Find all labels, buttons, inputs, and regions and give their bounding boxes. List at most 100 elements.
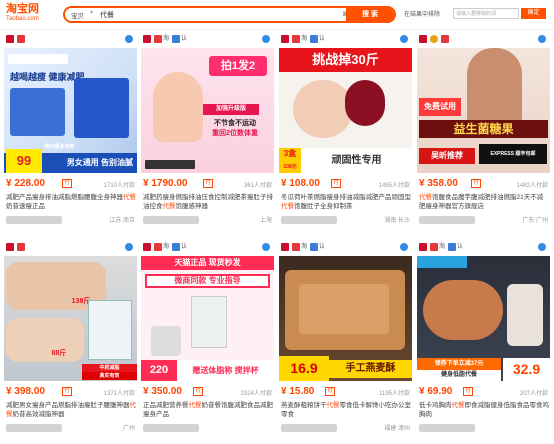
exclude-label: 在结果中排除 (404, 12, 441, 18)
product-card[interactable]: 淘 认 16.9 手工燕麦酥 ¥ 15.80 付 1195人付款 燕麦酥粗粮饼干… (279, 240, 412, 440)
banner-gift: 赠送体脂称 搅拌杯 (177, 360, 274, 381)
brand-logo (8, 54, 68, 64)
product-image[interactable]: 挑战掉30斤 3盒 108元 顽固性专用 (279, 48, 412, 173)
verified-label: 认 (319, 36, 326, 42)
tmall-label: 淘 (301, 36, 308, 42)
banner-tag2: 真实有效 (82, 372, 137, 380)
paid-badge-icon: 付 (203, 179, 213, 188)
product-box (74, 78, 129, 138)
tmall-icon[interactable] (154, 243, 162, 251)
promo-price: 220 (141, 360, 177, 381)
badge-row: 淘 认 (141, 240, 274, 254)
banner-headline: 益生菌糖果 (419, 120, 548, 138)
product-image[interactable]: 领券下单立减37元 健身低脂代餐 32.9 (417, 256, 550, 381)
confirm-button[interactable]: 确定 (521, 8, 546, 19)
banner-sub: 微商同款 专业指导 (145, 274, 270, 288)
shop-name-blurred[interactable] (143, 424, 199, 432)
product-title[interactable]: 代餐饱腹食品魔芋腹减肥排油燃脂21天不减肥瘦身神器官方旗舰店 (419, 193, 549, 211)
product-card[interactable]: 138斤 88斤 中药减脂 真实有效 ¥ 398.00 付 1371人付款 减肥… (4, 240, 137, 440)
tmall-label: 淘 (163, 244, 170, 250)
product-box (10, 88, 65, 136)
search-button[interactable]: 搜 索 (346, 8, 394, 21)
product-image[interactable]: 越喝越瘦 健康减肥 男女通用 告别油腻 99 满60原本包邮 (4, 48, 137, 173)
globe-icon[interactable] (125, 35, 133, 43)
mail-icon (281, 35, 289, 43)
globe-icon[interactable] (538, 243, 546, 251)
crown-icon (430, 35, 438, 43)
exclude-input[interactable]: 请输入要排除的词 (453, 8, 519, 19)
tmall-icon[interactable] (17, 35, 25, 43)
price: ¥ 1790.00 (143, 178, 188, 189)
verified-icon[interactable] (172, 243, 180, 251)
globe-icon[interactable] (400, 35, 408, 43)
shop-name-blurred[interactable] (6, 216, 62, 224)
verified-icon[interactable] (172, 35, 180, 43)
product-image[interactable]: 16.9 手工燕麦酥 (279, 256, 412, 381)
product-can (191, 296, 227, 348)
globe-icon[interactable] (262, 243, 270, 251)
verified-icon[interactable] (448, 243, 456, 251)
product-title[interactable]: 减肥男女瘦身产品燃脂排油瘦肚子腰腹神器代餐奶昔高效减脂神器 (6, 401, 136, 419)
product-title[interactable]: 正品减肥营养餐代餐奶昔餐饱腹减肥食品减肥瘦身产品 (143, 401, 273, 419)
product-title[interactable]: 减肥产品瘦身排油减脂燃脂腰腹全身神器代餐奶昔速瘦正品 (6, 193, 136, 211)
verified-label: 认 (181, 244, 188, 250)
search-box: 宝贝 ▼ ◙ 搜 索 (63, 6, 396, 23)
product-card[interactable]: 淘 认 挑战掉30斤 3盒 108元 顽固性专用 ¥ 108.00 付 1495人… (279, 32, 412, 232)
sold-count: 207人付款 (519, 391, 548, 397)
search-scope-select[interactable]: 宝贝 (71, 10, 84, 20)
product-image[interactable]: 免费试用 益生菌糖果 吴昕推荐 EXPRESS 顺丰包邮 (417, 48, 550, 173)
tmall-icon[interactable] (441, 35, 449, 43)
banner-sub: 顽固性专用 (301, 148, 412, 173)
tmall-icon[interactable] (292, 35, 300, 43)
product-card[interactable]: 淘 认 领券下单立减37元 健身低脂代餐 32.9 ¥ 69.90 付 207人… (417, 240, 550, 440)
tmall-label: 淘 (301, 244, 308, 250)
verified-icon[interactable] (310, 35, 318, 43)
globe-icon[interactable] (400, 243, 408, 251)
location: 上海 (259, 218, 272, 224)
product-title[interactable]: 冬瓜荷叶茶燃脂瘦身排油减脂减肥产品顽固型代餐饱腹肚子全身抑制茶 (281, 193, 411, 211)
product-image[interactable]: 拍1发2 加强升级版 不节食不运动 重回2位数体重 (141, 48, 274, 173)
banner-express: EXPRESS 顺丰包邮 (479, 144, 547, 164)
chicken-photo (423, 280, 503, 340)
globe-icon[interactable] (125, 243, 133, 251)
tmall-icon[interactable] (292, 243, 300, 251)
shop-name-blurred[interactable] (419, 424, 475, 432)
shop-name-blurred[interactable] (419, 216, 475, 224)
globe-icon[interactable] (262, 35, 270, 43)
product-card[interactable]: 淘 认 拍1发2 加强升级版 不节食不运动 重回2位数体重 ¥ 1790.00 … (141, 32, 274, 232)
banner-tag: 中药减脂 (82, 364, 137, 372)
product-image[interactable]: 天猫正品 现货秒发 微商同款 专业指导 220 赠送体脂称 搅拌杯 (141, 256, 274, 381)
tmall-icon[interactable] (154, 35, 162, 43)
badge-row (4, 240, 137, 254)
search-input[interactable] (100, 9, 300, 21)
banner-endorse: 吴昕推荐 (419, 148, 475, 164)
product-card[interactable]: 免费试用 益生菌糖果 吴昕推荐 EXPRESS 顺丰包邮 ¥ 358.00 付 … (417, 32, 550, 232)
shop-name-blurred[interactable] (143, 216, 199, 224)
paid-badge-icon: 付 (193, 387, 203, 396)
globe-icon[interactable] (538, 35, 546, 43)
location: 广州 (122, 426, 135, 432)
model-photo (507, 284, 543, 346)
product-title[interactable]: 减肥药瘦身燃脂排油压食控制减肥茶瘦肚子排油控食代餐饱腹感神器 (143, 193, 273, 211)
verified-icon[interactable] (310, 243, 318, 251)
product-card[interactable]: 淘 认 天猫正品 现货秒发 微商同款 专业指导 220 赠送体脂称 搅拌杯 ¥ … (141, 240, 274, 440)
shop-name-blurred[interactable] (6, 424, 62, 432)
product-title[interactable]: 燕麦酥粗粮饼干代餐零食低卡解馋小吃办公室零食 (281, 401, 411, 419)
product-card[interactable]: 越喝越瘦 健康减肥 男女通用 告别油腻 99 满60原本包邮 ¥ 228.00 … (4, 32, 137, 232)
product-image[interactable]: 138斤 88斤 中药减脂 真实有效 (4, 256, 137, 381)
shop-name-blurred[interactable] (281, 424, 337, 432)
price: ¥ 15.80 (281, 386, 315, 397)
shop-name-blurred[interactable] (281, 216, 337, 224)
paid-badge-icon: 付 (471, 179, 481, 188)
paid-badge-icon: 付 (62, 387, 72, 396)
tmall-icon[interactable] (17, 243, 25, 251)
mail-icon (6, 35, 14, 43)
after-weight: 88斤 (51, 350, 67, 357)
location: 江苏 南京 (109, 218, 135, 224)
product-title[interactable]: 低卡鸡胸肉代餐即食减脂健身低脂食品零食鸡胸肉 (419, 401, 549, 419)
badge-row (417, 32, 550, 46)
sold-count: 361人付款 (243, 183, 272, 189)
taobao-logo[interactable]: 淘宝网 Taobao.com (6, 3, 54, 27)
chevron-down-icon[interactable]: ▼ (89, 10, 94, 16)
tmall-icon[interactable] (430, 243, 438, 251)
